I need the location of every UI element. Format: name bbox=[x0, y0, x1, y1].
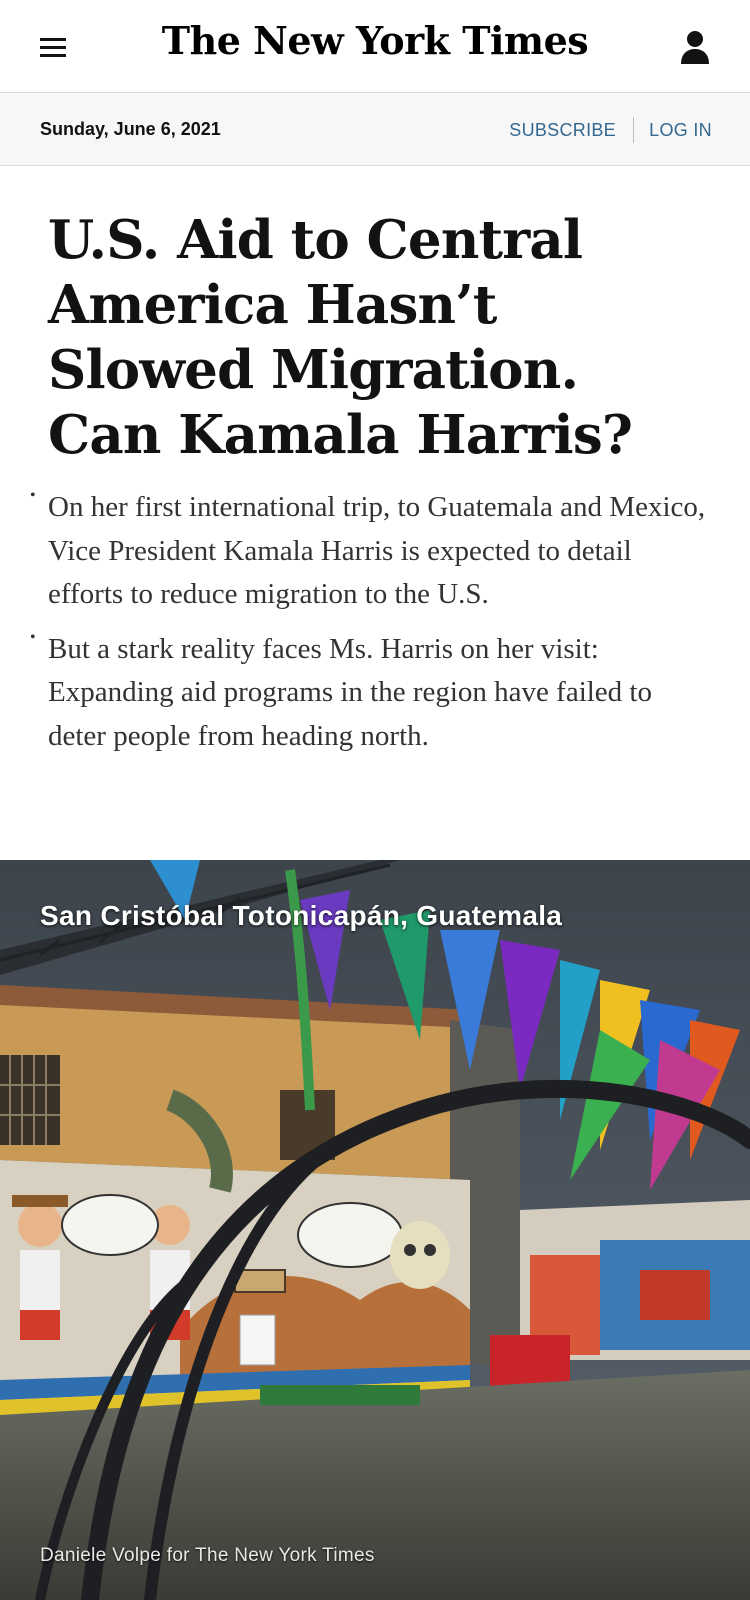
summary-text: On her first international trip, to Guat… bbox=[48, 491, 706, 610]
login-link[interactable]: LOG IN bbox=[649, 120, 712, 141]
article-summary: • On her first international trip, to Gu… bbox=[30, 486, 710, 769]
bullet-icon: • bbox=[30, 628, 36, 646]
summary-item: • On her first international trip, to Gu… bbox=[30, 486, 710, 617]
divider bbox=[633, 117, 634, 143]
user-account-icon[interactable] bbox=[678, 28, 712, 66]
subscribe-link[interactable]: SUBSCRIBE bbox=[509, 120, 616, 141]
article-headline[interactable]: U.S. Aid to Central America Hasn’t Slowe… bbox=[48, 208, 708, 468]
mural-scene-image bbox=[0, 860, 750, 1600]
photo-dateline: San Cristóbal Totonicapán, Guatemala bbox=[40, 900, 563, 931]
summary-item: • But a stark reality faces Ms. Harris o… bbox=[30, 628, 710, 759]
top-bar: The New York Times bbox=[0, 0, 750, 93]
lead-photo[interactable] bbox=[0, 860, 750, 1600]
summary-text: But a stark reality faces Ms. Harris on … bbox=[48, 632, 652, 752]
date-bar: Sunday, June 6, 2021 SUBSCRIBE LOG IN bbox=[0, 93, 750, 166]
edition-date: Sunday, June 6, 2021 bbox=[40, 119, 221, 139]
bullet-icon: • bbox=[30, 487, 36, 504]
photo-credit: Daniele Volpe for The New York Times bbox=[40, 1545, 375, 1566]
nyt-logo[interactable]: The New York Times bbox=[0, 18, 750, 63]
